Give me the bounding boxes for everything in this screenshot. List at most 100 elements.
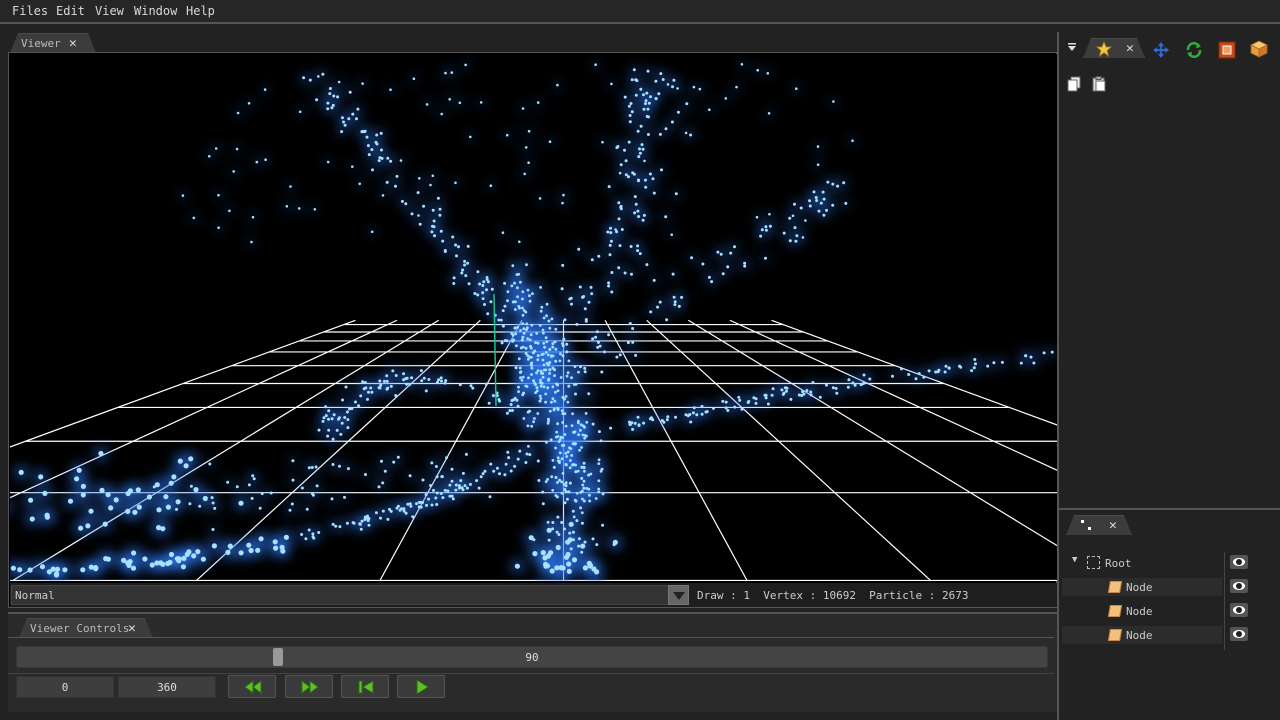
fast-forward-button[interactable] xyxy=(285,675,333,698)
particle xyxy=(642,421,646,425)
panel-menu-icon[interactable] xyxy=(1067,43,1079,53)
eye-icon[interactable] xyxy=(1230,603,1248,617)
particle xyxy=(835,391,839,395)
paste-icon[interactable] xyxy=(1092,76,1106,92)
copy-icon[interactable] xyxy=(1067,76,1081,92)
menu-view[interactable]: View xyxy=(95,4,124,18)
tree-row-root[interactable]: ▼ Root xyxy=(1062,554,1222,572)
particle xyxy=(766,72,770,75)
particle xyxy=(707,275,711,279)
particle xyxy=(597,490,601,494)
particle xyxy=(582,499,586,503)
particle xyxy=(670,233,673,236)
particle xyxy=(536,412,540,415)
close-icon[interactable]: ✕ xyxy=(1126,41,1134,56)
particle xyxy=(420,379,424,383)
menu-files[interactable]: Files xyxy=(12,4,48,18)
eye-icon[interactable] xyxy=(1230,579,1248,593)
particle xyxy=(181,555,187,561)
particle xyxy=(536,354,540,358)
particle xyxy=(536,369,540,373)
rotate-icon[interactable] xyxy=(1185,41,1203,59)
start-frame-field[interactable]: 0 xyxy=(16,676,114,698)
particle xyxy=(974,362,977,366)
particle xyxy=(861,382,865,385)
tab-favorites[interactable]: ✕ xyxy=(1083,38,1145,58)
particle xyxy=(624,159,628,163)
box-icon[interactable] xyxy=(1250,40,1268,58)
rewind-button[interactable] xyxy=(228,675,276,698)
tree-row-node[interactable]: Node xyxy=(1062,578,1222,596)
particle xyxy=(914,377,918,381)
particle xyxy=(809,390,813,394)
particle xyxy=(804,219,807,222)
tab-scene-tree[interactable]: ✕ xyxy=(1066,515,1132,535)
particle xyxy=(366,397,369,401)
tab-viewer[interactable]: Viewer ✕ xyxy=(10,33,96,53)
tab-viewer-controls[interactable]: Viewer Controls ✕ xyxy=(19,618,153,638)
eye-icon[interactable] xyxy=(1230,627,1248,641)
particle xyxy=(581,433,585,437)
particle xyxy=(587,392,591,396)
tree-row-node[interactable]: Node xyxy=(1062,602,1222,620)
menu-window[interactable]: Window xyxy=(134,4,177,18)
particle xyxy=(664,127,668,131)
particle xyxy=(556,435,560,438)
particle xyxy=(544,400,547,404)
particle xyxy=(534,341,537,344)
particle xyxy=(553,399,557,403)
menu-edit[interactable]: Edit xyxy=(56,4,85,18)
render-mode-select[interactable]: Normal xyxy=(11,585,689,605)
particle xyxy=(501,309,505,313)
particle xyxy=(568,481,572,485)
particle xyxy=(584,412,588,415)
particle xyxy=(350,407,354,411)
particle xyxy=(452,276,456,280)
close-icon[interactable]: ✕ xyxy=(1109,518,1117,533)
particle xyxy=(458,101,462,105)
expand-arrow-icon[interactable]: ▼ xyxy=(1072,555,1077,565)
scale-icon[interactable] xyxy=(1218,41,1236,59)
particle xyxy=(371,168,374,172)
particle xyxy=(575,322,579,326)
close-icon[interactable]: ✕ xyxy=(128,621,136,636)
particle xyxy=(547,417,550,421)
particle xyxy=(507,456,511,460)
particle xyxy=(381,194,385,197)
particle xyxy=(847,378,851,382)
particle xyxy=(645,91,649,95)
end-frame-field[interactable]: 360 xyxy=(118,676,216,698)
grid-line xyxy=(729,319,1057,471)
particle xyxy=(609,231,613,235)
particle xyxy=(561,472,565,475)
particle xyxy=(519,329,522,332)
particle xyxy=(657,92,661,96)
particle xyxy=(609,239,613,243)
eye-icon[interactable] xyxy=(1230,555,1248,569)
play-button[interactable] xyxy=(397,675,445,698)
3d-viewport[interactable] xyxy=(10,54,1057,581)
particle xyxy=(469,384,473,388)
particle xyxy=(527,444,530,448)
particle xyxy=(378,386,382,390)
close-icon[interactable]: ✕ xyxy=(69,36,77,51)
particle xyxy=(463,263,467,267)
particle xyxy=(691,411,695,415)
chevron-down-icon[interactable] xyxy=(668,585,689,605)
particle xyxy=(652,278,656,282)
particle xyxy=(654,97,658,100)
particle xyxy=(580,543,586,549)
move-icon[interactable] xyxy=(1152,41,1170,59)
particle xyxy=(521,297,524,301)
particle xyxy=(641,218,645,222)
particle xyxy=(326,434,330,438)
particle xyxy=(597,487,601,491)
particle xyxy=(527,161,530,164)
tree-row-node[interactable]: Node xyxy=(1062,626,1222,644)
skip-to-start-button[interactable] xyxy=(341,675,389,698)
menu-help[interactable]: Help xyxy=(186,4,215,18)
panel-separator[interactable] xyxy=(1059,508,1280,510)
particle xyxy=(641,147,645,151)
particle xyxy=(539,384,543,388)
particle xyxy=(415,502,418,506)
